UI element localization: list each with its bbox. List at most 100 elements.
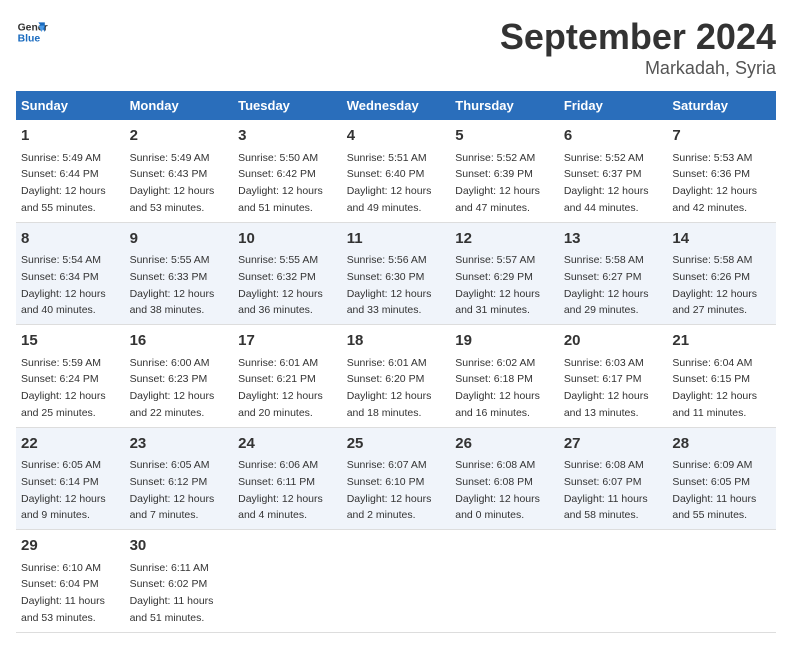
calendar-body: 1 Sunrise: 5:49 AM Sunset: 6:44 PM Daylig…	[16, 120, 776, 632]
day-info: Sunrise: 6:01 AM Sunset: 6:21 PM Dayligh…	[238, 357, 323, 419]
day-cell: 9 Sunrise: 5:55 AM Sunset: 6:33 PM Daylig…	[125, 222, 234, 325]
day-cell: 20 Sunrise: 6:03 AM Sunset: 6:17 PM Dayli…	[559, 325, 668, 428]
day-info: Sunrise: 6:05 AM Sunset: 6:14 PM Dayligh…	[21, 459, 106, 521]
day-cell: 28 Sunrise: 6:09 AM Sunset: 6:05 PM Dayli…	[667, 427, 776, 530]
week-row-1: 1 Sunrise: 5:49 AM Sunset: 6:44 PM Daylig…	[16, 120, 776, 222]
day-number: 27	[564, 433, 663, 456]
day-info: Sunrise: 5:57 AM Sunset: 6:29 PM Dayligh…	[455, 254, 540, 316]
day-info: Sunrise: 6:08 AM Sunset: 6:08 PM Dayligh…	[455, 459, 540, 521]
day-number: 15	[21, 330, 120, 353]
week-row-5: 29 Sunrise: 6:10 AM Sunset: 6:04 PM Dayli…	[16, 530, 776, 633]
day-number: 29	[21, 535, 120, 558]
day-info: Sunrise: 6:01 AM Sunset: 6:20 PM Dayligh…	[347, 357, 432, 419]
day-cell: 23Sunrise: 6:05 AM Sunset: 6:12 PM Dayli…	[125, 427, 234, 530]
day-cell: 27 Sunrise: 6:08 AM Sunset: 6:07 PM Dayli…	[559, 427, 668, 530]
day-info: Sunrise: 6:08 AM Sunset: 6:07 PM Dayligh…	[564, 459, 648, 521]
day-number: 17	[238, 330, 337, 353]
day-number: 13	[564, 228, 663, 251]
day-cell: 10Sunrise: 5:55 AM Sunset: 6:32 PM Dayli…	[233, 222, 342, 325]
day-info: Sunrise: 5:55 AM Sunset: 6:32 PM Dayligh…	[238, 254, 323, 316]
title-section: September 2024 Markadah, Syria	[500, 16, 776, 79]
col-header-tuesday: Tuesday	[233, 91, 342, 120]
day-number: 9	[130, 228, 229, 251]
day-cell: 29 Sunrise: 6:10 AM Sunset: 6:04 PM Dayli…	[16, 530, 125, 633]
day-info: Sunrise: 6:10 AM Sunset: 6:04 PM Dayligh…	[21, 562, 105, 624]
day-info: Sunrise: 5:53 AM Sunset: 6:36 PM Dayligh…	[672, 152, 757, 214]
calendar-table: SundayMondayTuesdayWednesdayThursdayFrid…	[16, 91, 776, 633]
day-number: 6	[564, 125, 663, 148]
day-info: Sunrise: 6:06 AM Sunset: 6:11 PM Dayligh…	[238, 459, 323, 521]
day-number: 25	[347, 433, 446, 456]
day-number: 5	[455, 125, 554, 148]
day-info: Sunrise: 6:04 AM Sunset: 6:15 PM Dayligh…	[672, 357, 757, 419]
location-title: Markadah, Syria	[500, 58, 776, 79]
day-cell	[233, 530, 342, 633]
day-cell: 22 Sunrise: 6:05 AM Sunset: 6:14 PM Dayli…	[16, 427, 125, 530]
day-cell: 25 Sunrise: 6:07 AM Sunset: 6:10 PM Dayli…	[342, 427, 451, 530]
day-cell	[450, 530, 559, 633]
day-cell: 16 Sunrise: 6:00 AM Sunset: 6:23 PM Dayli…	[125, 325, 234, 428]
day-info: Sunrise: 5:49 AM Sunset: 6:44 PM Dayligh…	[21, 152, 106, 214]
day-cell: 26 Sunrise: 6:08 AM Sunset: 6:08 PM Dayli…	[450, 427, 559, 530]
day-info: Sunrise: 5:59 AM Sunset: 6:24 PM Dayligh…	[21, 357, 106, 419]
day-cell: 14Sunrise: 5:58 AM Sunset: 6:26 PM Dayli…	[667, 222, 776, 325]
day-number: 18	[347, 330, 446, 353]
day-number: 24	[238, 433, 337, 456]
day-cell: 17 Sunrise: 6:01 AM Sunset: 6:21 PM Dayli…	[233, 325, 342, 428]
col-header-saturday: Saturday	[667, 91, 776, 120]
day-number: 12	[455, 228, 554, 251]
day-number: 20	[564, 330, 663, 353]
day-cell: 8Sunrise: 5:54 AM Sunset: 6:34 PM Daylig…	[16, 222, 125, 325]
header-row: SundayMondayTuesdayWednesdayThursdayFrid…	[16, 91, 776, 120]
header: General Blue September 2024 Markadah, Sy…	[16, 16, 776, 79]
week-row-2: 8Sunrise: 5:54 AM Sunset: 6:34 PM Daylig…	[16, 222, 776, 325]
day-cell	[667, 530, 776, 633]
calendar-header: SundayMondayTuesdayWednesdayThursdayFrid…	[16, 91, 776, 120]
day-cell: 30Sunrise: 6:11 AM Sunset: 6:02 PM Dayli…	[125, 530, 234, 633]
day-number: 16	[130, 330, 229, 353]
day-info: Sunrise: 5:49 AM Sunset: 6:43 PM Dayligh…	[130, 152, 215, 214]
day-info: Sunrise: 6:03 AM Sunset: 6:17 PM Dayligh…	[564, 357, 649, 419]
day-number: 11	[347, 228, 446, 251]
svg-text:Blue: Blue	[18, 34, 41, 45]
logo: General Blue	[16, 16, 48, 48]
day-info: Sunrise: 5:55 AM Sunset: 6:33 PM Dayligh…	[130, 254, 215, 316]
day-number: 7	[672, 125, 771, 148]
day-number: 1	[21, 125, 120, 148]
day-info: Sunrise: 5:58 AM Sunset: 6:26 PM Dayligh…	[672, 254, 757, 316]
day-cell: 18 Sunrise: 6:01 AM Sunset: 6:20 PM Dayli…	[342, 325, 451, 428]
day-cell	[342, 530, 451, 633]
day-number: 21	[672, 330, 771, 353]
day-cell: 1 Sunrise: 5:49 AM Sunset: 6:44 PM Daylig…	[16, 120, 125, 222]
col-header-monday: Monday	[125, 91, 234, 120]
col-header-wednesday: Wednesday	[342, 91, 451, 120]
day-info: Sunrise: 6:11 AM Sunset: 6:02 PM Dayligh…	[130, 562, 214, 624]
day-cell: 15 Sunrise: 5:59 AM Sunset: 6:24 PM Dayli…	[16, 325, 125, 428]
day-info: Sunrise: 5:52 AM Sunset: 6:37 PM Dayligh…	[564, 152, 649, 214]
day-number: 28	[672, 433, 771, 456]
day-info: Sunrise: 6:07 AM Sunset: 6:10 PM Dayligh…	[347, 459, 432, 521]
day-number: 23	[130, 433, 229, 456]
day-number: 22	[21, 433, 120, 456]
day-cell: 3Sunrise: 5:50 AM Sunset: 6:42 PM Daylig…	[233, 120, 342, 222]
day-info: Sunrise: 5:54 AM Sunset: 6:34 PM Dayligh…	[21, 254, 106, 316]
day-number: 2	[130, 125, 229, 148]
col-header-friday: Friday	[559, 91, 668, 120]
day-cell: 24 Sunrise: 6:06 AM Sunset: 6:11 PM Dayli…	[233, 427, 342, 530]
day-info: Sunrise: 5:56 AM Sunset: 6:30 PM Dayligh…	[347, 254, 432, 316]
day-cell: 6 Sunrise: 5:52 AM Sunset: 6:37 PM Daylig…	[559, 120, 668, 222]
day-cell: 11 Sunrise: 5:56 AM Sunset: 6:30 PM Dayli…	[342, 222, 451, 325]
day-number: 3	[238, 125, 337, 148]
day-info: Sunrise: 5:52 AM Sunset: 6:39 PM Dayligh…	[455, 152, 540, 214]
day-info: Sunrise: 6:00 AM Sunset: 6:23 PM Dayligh…	[130, 357, 215, 419]
day-info: Sunrise: 5:51 AM Sunset: 6:40 PM Dayligh…	[347, 152, 432, 214]
month-title: September 2024	[500, 16, 776, 58]
week-row-3: 15 Sunrise: 5:59 AM Sunset: 6:24 PM Dayli…	[16, 325, 776, 428]
day-cell: 13Sunrise: 5:58 AM Sunset: 6:27 PM Dayli…	[559, 222, 668, 325]
day-info: Sunrise: 6:02 AM Sunset: 6:18 PM Dayligh…	[455, 357, 540, 419]
day-cell: 12 Sunrise: 5:57 AM Sunset: 6:29 PM Dayli…	[450, 222, 559, 325]
day-cell	[559, 530, 668, 633]
day-info: Sunrise: 6:09 AM Sunset: 6:05 PM Dayligh…	[672, 459, 756, 521]
col-header-thursday: Thursday	[450, 91, 559, 120]
day-number: 26	[455, 433, 554, 456]
